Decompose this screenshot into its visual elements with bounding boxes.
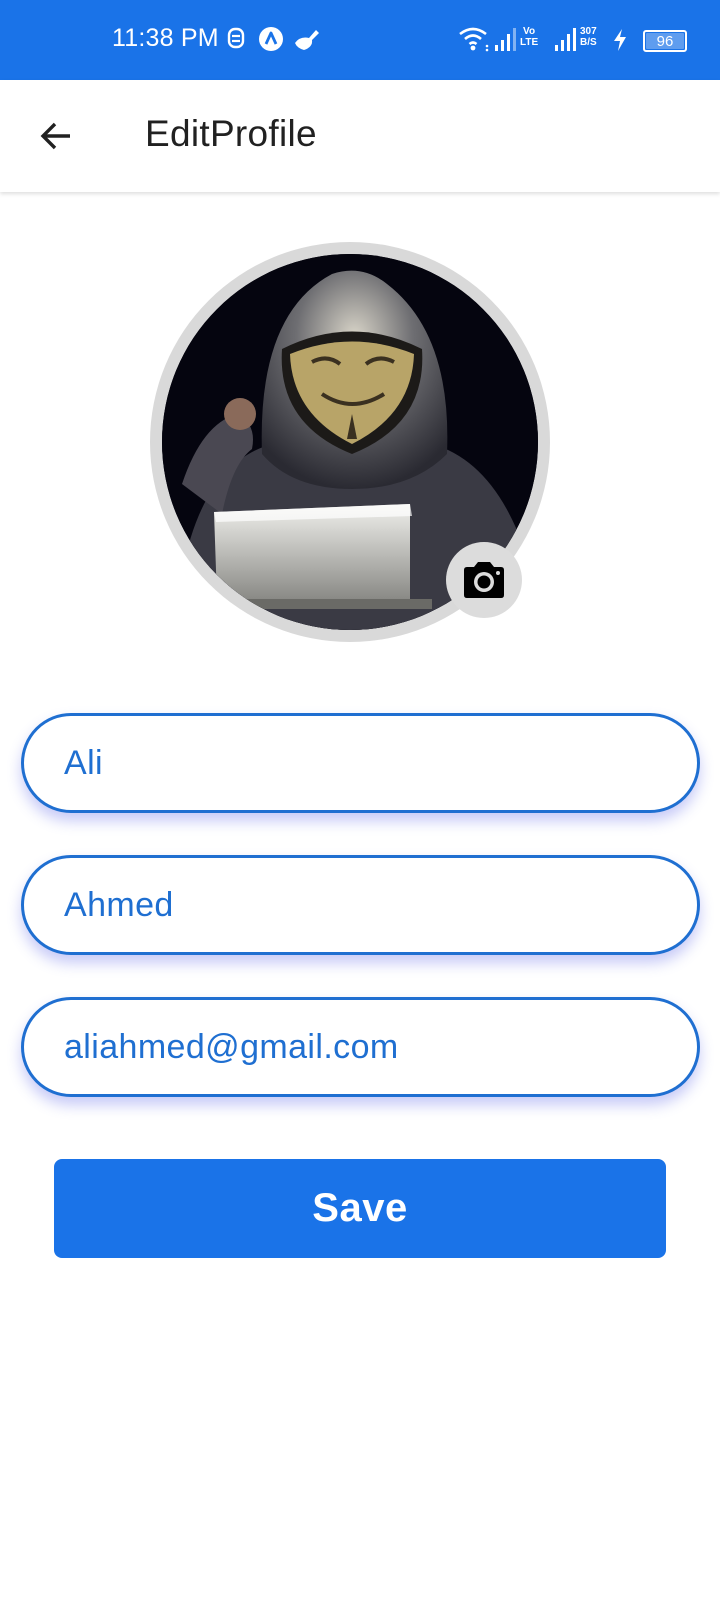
wifi-icon — [458, 25, 490, 58]
volte-bottom: LTE — [520, 37, 539, 48]
notification-app-icon — [226, 26, 246, 55]
volte-top: Vo — [523, 26, 536, 37]
app-bar: EditProfile — [0, 80, 720, 192]
email-field[interactable]: aliahmed@gmail.com — [21, 997, 700, 1097]
first-name-field[interactable]: Ali — [21, 713, 700, 813]
arrow-left-icon — [40, 122, 70, 150]
status-time: 11:38 PM — [112, 24, 219, 52]
page-title: EditProfile — [145, 113, 317, 154]
app-a-icon — [258, 26, 284, 57]
net-speed: 307 B/S — [580, 26, 597, 48]
signal-2-icon — [554, 26, 576, 57]
change-photo-button[interactable] — [446, 542, 522, 618]
status-bar: 11:38 PM Vo LTE 307 B/S 96 — [0, 0, 720, 80]
avatar-section — [150, 242, 550, 642]
cleaner-icon — [292, 26, 322, 57]
net-speed-unit: B/S — [580, 37, 597, 48]
net-speed-value: 307 — [580, 26, 597, 37]
battery-level: 96 — [656, 32, 674, 50]
battery-icon: 96 — [643, 30, 687, 52]
signal-1-icon — [494, 26, 516, 57]
volte-label: Vo LTE — [520, 26, 538, 48]
last-name-field[interactable]: Ahmed — [21, 855, 700, 955]
save-button[interactable]: Save — [54, 1159, 666, 1258]
camera-icon — [464, 562, 504, 598]
charging-icon — [612, 28, 628, 57]
back-button[interactable] — [26, 106, 86, 166]
